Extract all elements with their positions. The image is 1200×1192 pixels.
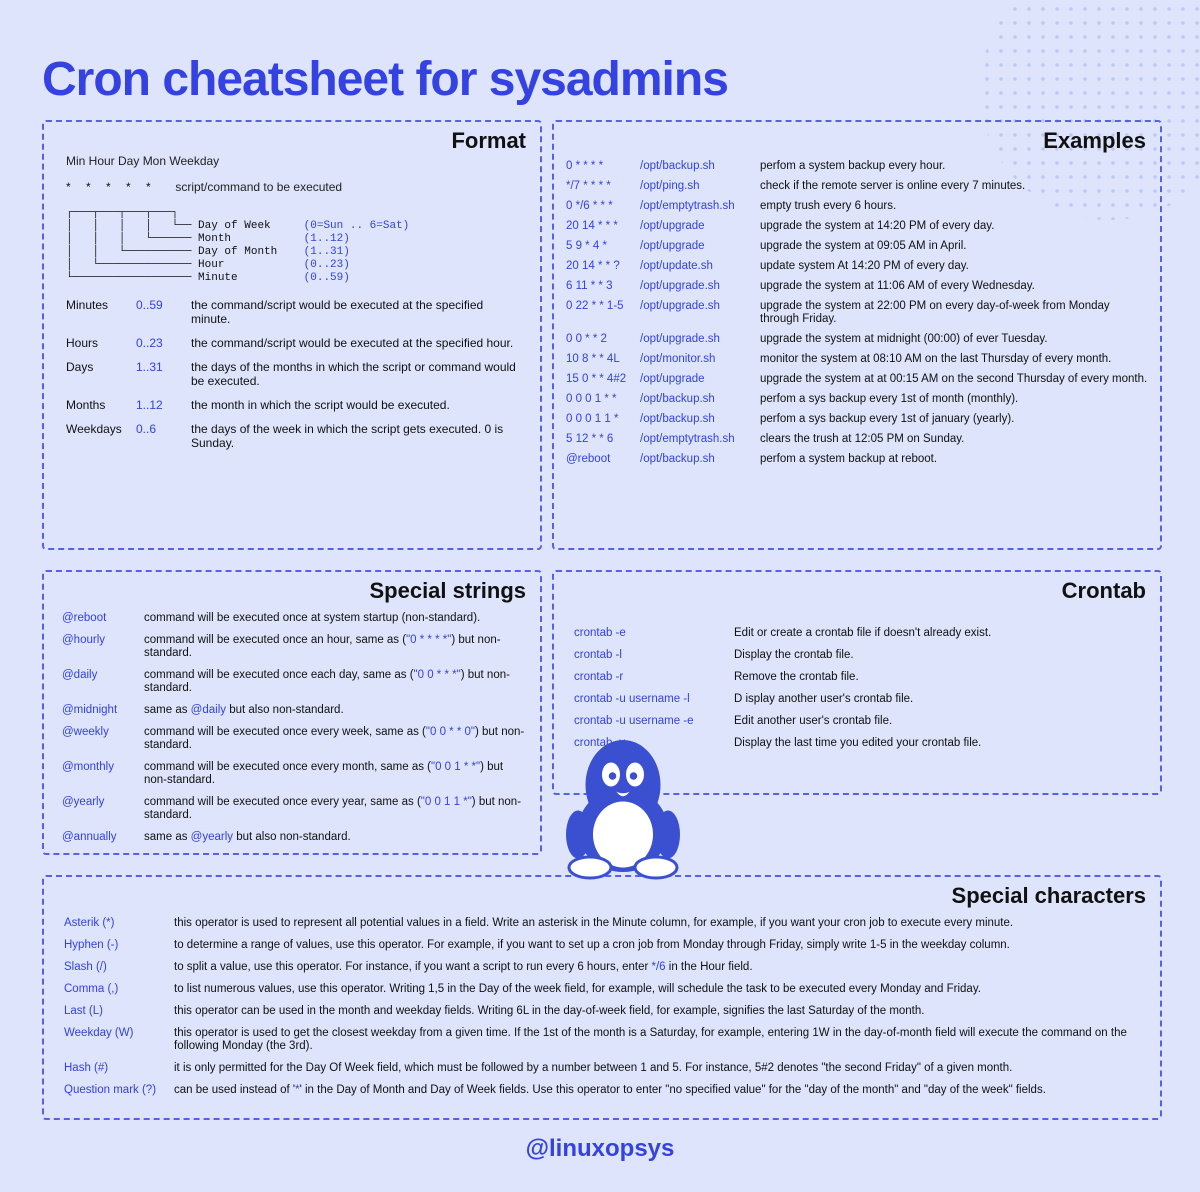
example-row: 5 12 * * 6/opt/emptytrash.shclears the t… (566, 433, 1151, 446)
example-row: 5 9 * 4 */opt/upgradeupgrade the system … (566, 240, 1151, 253)
example-row: 20 14 * * */opt/upgradeupgrade the syste… (566, 220, 1151, 233)
special-string-row: @hourlycommand will be executed once an … (62, 634, 527, 660)
footer-handle: @linuxopsys (0, 1135, 1200, 1163)
special-char-row: Question mark (?)can be used instead of … (64, 1084, 1144, 1097)
example-row: 20 14 * * ?/opt/update.shupdate system A… (566, 260, 1151, 273)
example-row: 0 0 * * 2/opt/upgrade.shupgrade the syst… (566, 333, 1151, 346)
special-char-row: Comma (,)to list numerous values, use th… (64, 983, 1144, 996)
format-stars-label: script/command to be executed (175, 180, 342, 194)
format-row: Days1..31the days of the months in which… (66, 360, 521, 388)
special-chars-table: Asterik (*)this operator is used to repr… (64, 917, 1144, 1106)
format-panel: Format Min Hour Day Mon Weekday ***** sc… (42, 120, 542, 550)
example-row: 0 22 * * 1-5/opt/upgrade.shupgrade the s… (566, 300, 1151, 326)
page-title: Cron cheatsheet for sysadmins (42, 52, 728, 107)
example-row: 0 */6 * * */opt/emptytrash.shempty trush… (566, 200, 1151, 213)
special-char-row: Last (L)this operator can be used in the… (64, 1005, 1144, 1018)
crontab-row: crontab -lDisplay the crontab file. (574, 649, 1144, 662)
special-string-row: @monthlycommand will be executed once ev… (62, 761, 527, 787)
examples-heading: Examples (1043, 128, 1146, 154)
special-char-row: Slash (/) to split a value, use this ope… (64, 961, 1144, 974)
special-string-row: @weeklycommand will be executed once eve… (62, 726, 527, 752)
example-row: 0 0 0 1 1 */opt/backup.shperfom a sys ba… (566, 413, 1151, 426)
example-row: 6 11 * * 3/opt/upgrade.shupgrade the sys… (566, 280, 1151, 293)
special-char-row: Hash (#)it is only permitted for the Day… (64, 1062, 1144, 1075)
special-string-row: @dailycommand will be executed once each… (62, 669, 527, 695)
examples-panel: Examples 0 * * * */opt/backup.shperfom a… (552, 120, 1162, 550)
special-string-row: @midnightsame as @daily but also non-sta… (62, 704, 527, 717)
example-row: */7 * * * */opt/ping.shcheck if the remo… (566, 180, 1151, 193)
special-strings-heading: Special strings (369, 578, 526, 604)
format-row: Months1..12the month in which the script… (66, 398, 521, 412)
special-string-row: @yearlycommand will be executed once eve… (62, 796, 527, 822)
format-stars-row: ***** script/command to be executed (66, 180, 342, 194)
example-row: 15 0 * * 4#2/opt/upgradeupgrade the syst… (566, 373, 1151, 386)
crontab-row: crontab -u username -lD isplay another u… (574, 693, 1144, 706)
crontab-heading: Crontab (1062, 578, 1146, 604)
special-char-row: Hyphen (-)to determine a range of values… (64, 939, 1144, 952)
examples-table: 0 * * * */opt/backup.shperfom a system b… (566, 160, 1151, 473)
special-strings-panel: Special strings @rebootcommand will be e… (42, 570, 542, 855)
format-field-labels: Min Hour Day Mon Weekday (66, 154, 219, 168)
format-heading: Format (451, 128, 526, 154)
special-chars-heading: Special characters (952, 883, 1146, 909)
example-row: 10 8 * * 4L/opt/monitor.shmonitor the sy… (566, 353, 1151, 366)
format-row: Weekdays0..6the days of the week in whic… (66, 422, 521, 450)
special-strings-table: @rebootcommand will be executed once at … (62, 612, 527, 853)
example-row: @reboot/opt/backup.shperfom a system bac… (566, 453, 1151, 466)
special-char-row: Asterik (*)this operator is used to repr… (64, 917, 1144, 930)
special-string-row: @annuallysame as @yearly but also non-st… (62, 831, 527, 844)
special-string-row: @rebootcommand will be executed once at … (62, 612, 527, 625)
special-char-row: Weekday (W)this operator is used to get … (64, 1027, 1144, 1053)
crontab-row: crontab -rRemove the crontab file. (574, 671, 1144, 684)
format-row: Hours0..23the command/script would be ex… (66, 336, 521, 350)
tux-penguin-icon (548, 715, 698, 885)
format-row: Minutes0..59the command/script would be … (66, 298, 521, 326)
example-row: 0 * * * */opt/backup.shperfom a system b… (566, 160, 1151, 173)
format-diagram: ┌───┬───┬───┬───┐ │ │ │ │ └── Day of Wee… (66, 207, 409, 285)
example-row: 0 0 0 1 * */opt/backup.shperfom a sys ba… (566, 393, 1151, 406)
format-table: Minutes0..59the command/script would be … (66, 298, 521, 460)
special-chars-panel: Special characters Asterik (*)this opera… (42, 875, 1162, 1120)
crontab-row: crontab -eEdit or create a crontab file … (574, 627, 1144, 640)
